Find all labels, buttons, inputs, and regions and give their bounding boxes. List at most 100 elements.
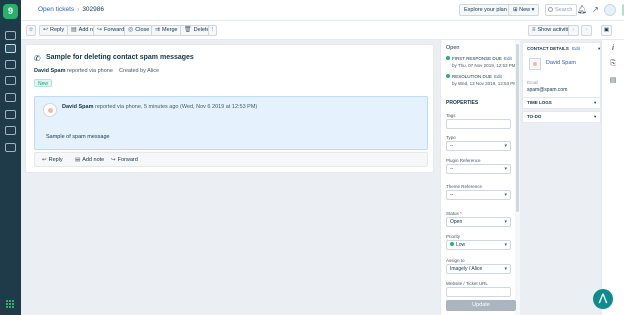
update-button[interactable]: Update	[446, 300, 516, 311]
theme-reference-select[interactable]: -- ▾	[446, 190, 511, 200]
reply-icon: ↩	[42, 157, 47, 163]
bottom-add-note-button[interactable]: ▤ Add note	[75, 157, 104, 163]
contact-email: spam@spam.com	[527, 87, 568, 93]
app-logo[interactable]: 9	[3, 4, 18, 19]
contact-details-header[interactable]: CONTACT DETAILS Edit ▾	[527, 46, 600, 51]
first-response-label: FIRST RESPONSE DUE	[452, 56, 502, 61]
website-url-input[interactable]	[446, 287, 511, 297]
first-response-edit-link[interactable]: Edit	[504, 56, 512, 61]
search-input[interactable]: Search	[545, 4, 577, 16]
new-dropdown-button[interactable]: ⊞ New ▾	[508, 4, 540, 16]
tags-input[interactable]	[446, 119, 511, 129]
ticket-status-heading: Open	[446, 45, 460, 51]
note-icon: ▤	[75, 157, 81, 163]
admin-gear-icon[interactable]	[5, 143, 16, 152]
star-icon: ☆	[28, 27, 34, 33]
ticket-conversation-card: ✆ Sample for deleting contact spam messa…	[25, 44, 434, 173]
explore-plan-button[interactable]: Explore your plan	[459, 4, 512, 16]
chevron-down-icon: ▾	[504, 192, 507, 198]
tags-label: Tags	[446, 113, 456, 118]
share-icon[interactable]: ↗	[591, 5, 600, 15]
assign-to-select[interactable]: Imagely / Alice ▾	[446, 264, 511, 274]
message-author[interactable]: David Spam	[62, 104, 93, 110]
status-value: Open	[450, 219, 463, 225]
archive-icon[interactable]: ▤	[609, 77, 617, 85]
dashboard-icon[interactable]	[5, 31, 16, 40]
assign-to-value: Imagely / Alice	[450, 266, 483, 272]
reports-icon[interactable]	[5, 110, 16, 119]
contact-details-panel: CONTACT DETAILS Edit ▾ David Spam Email …	[522, 42, 601, 98]
ticket-meta: David Spam reported via phone Created by…	[34, 68, 159, 74]
top-header: Open tickets › 302986 Explore your plan ⊞ …	[21, 0, 624, 21]
message-header: David Spam reported via phone, 5 minutes…	[62, 104, 257, 110]
profile-avatar[interactable]	[604, 4, 616, 16]
resolution-label: RESOLUTION DUE	[452, 74, 493, 79]
chevron-down-icon: ▾	[598, 46, 601, 51]
freddy-assistant-button[interactable]: ⋀	[593, 289, 613, 309]
requester-name[interactable]: David Spam	[34, 68, 65, 74]
type-select[interactable]: -- ▾	[446, 141, 511, 151]
prev-ticket-button[interactable]: ‹	[568, 25, 579, 36]
next-ticket-button[interactable]: ›	[581, 25, 592, 36]
contacts-icon[interactable]	[5, 60, 16, 69]
forums-icon[interactable]	[5, 93, 16, 102]
forward-icon: ↪	[111, 157, 116, 163]
required-marker: *	[460, 211, 462, 216]
layout-toggle-button[interactable]: ▣	[601, 25, 612, 36]
merge-button[interactable]: ⇉ Merge	[151, 25, 182, 36]
status-label: Status *	[446, 211, 462, 216]
solutions-icon[interactable]	[5, 76, 16, 85]
priority-select[interactable]: Low ▾	[446, 240, 511, 250]
breadcrumb-open-tickets[interactable]: Open tickets	[38, 6, 74, 13]
new-label: New	[519, 7, 531, 13]
contact-avatar	[529, 58, 541, 70]
reply-label: Reply	[50, 27, 65, 33]
bell-icon[interactable]: 🔔︎	[577, 5, 587, 15]
status-select[interactable]: Open ▾	[446, 217, 511, 227]
plugin-reference-select[interactable]: -- ▾	[446, 164, 511, 174]
chevron-down-icon: ▾	[594, 114, 597, 119]
right-icon-bar: i ⎘ ▤	[601, 40, 624, 315]
reply-button[interactable]: ↩ Reply	[39, 25, 69, 36]
resolution-edit-link[interactable]: Edit	[494, 74, 502, 79]
created-by: Created by Alice	[119, 68, 160, 74]
ticket-toolbar: ☆ ↩ Reply ▤ Add note ↪ Forward ◎ Close ⇉ Merg…	[21, 21, 624, 40]
bottom-reply-button[interactable]: ↩ Reply	[42, 157, 63, 163]
apps-grid-icon[interactable]	[6, 300, 15, 309]
todo-label: TO-DO	[527, 114, 542, 119]
phone-icon: ✆	[34, 54, 41, 63]
todo-section[interactable]: TO-DO ▾	[522, 111, 601, 123]
message-bubble: David Spam reported via phone, 5 minutes…	[34, 96, 428, 150]
attachment-icon[interactable]: ⎘	[609, 60, 617, 68]
layout-icon: ▣	[603, 27, 610, 33]
ticket-id: 302986	[82, 6, 105, 13]
plugin-reference-value: --	[450, 166, 454, 172]
merge-icon: ⇉	[155, 27, 161, 33]
time-logs-section[interactable]: TIME LOGS ▾	[522, 97, 601, 109]
close-button[interactable]: ◎ Close	[124, 25, 154, 36]
sla-status-dot	[446, 56, 450, 60]
forward-button[interactable]: ↪ Forward	[93, 25, 129, 36]
theme-reference-label: Theme Reference	[446, 184, 483, 189]
message-meta: reported via phone, 5 minutes ago (Wed, …	[95, 104, 258, 110]
first-response-date: by Thu, 07 Nov 2019, 12:53 PM	[452, 63, 516, 68]
sla-status-dot	[446, 74, 450, 78]
contact-name[interactable]: David Spam	[546, 60, 576, 66]
more-options-button[interactable]: ⋮	[208, 25, 217, 36]
contact-edit-link[interactable]: Edit	[572, 46, 580, 51]
contact-details-title: CONTACT DETAILS	[527, 46, 569, 51]
chevron-right-icon: ›	[585, 27, 588, 33]
bottom-add-note-label: Add note	[82, 157, 105, 163]
reported-via: reported via phone	[67, 68, 113, 74]
ticket-subject: Sample for deleting contact spam message…	[46, 54, 194, 61]
info-icon[interactable]: i	[609, 45, 617, 53]
properties-scrollbar-thumb[interactable]	[516, 44, 519, 212]
tickets-icon[interactable]	[5, 44, 16, 53]
contact-sidebar: CONTACT DETAILS Edit ▾ David Spam Email …	[520, 40, 601, 315]
trash-icon: 🗑︎	[184, 27, 192, 33]
star-button[interactable]: ☆	[26, 25, 36, 36]
merge-label: Merge	[162, 27, 178, 33]
phone-icon[interactable]	[5, 126, 16, 135]
type-label: Type	[446, 135, 456, 140]
bottom-forward-button[interactable]: ↪ Forward	[111, 157, 138, 163]
